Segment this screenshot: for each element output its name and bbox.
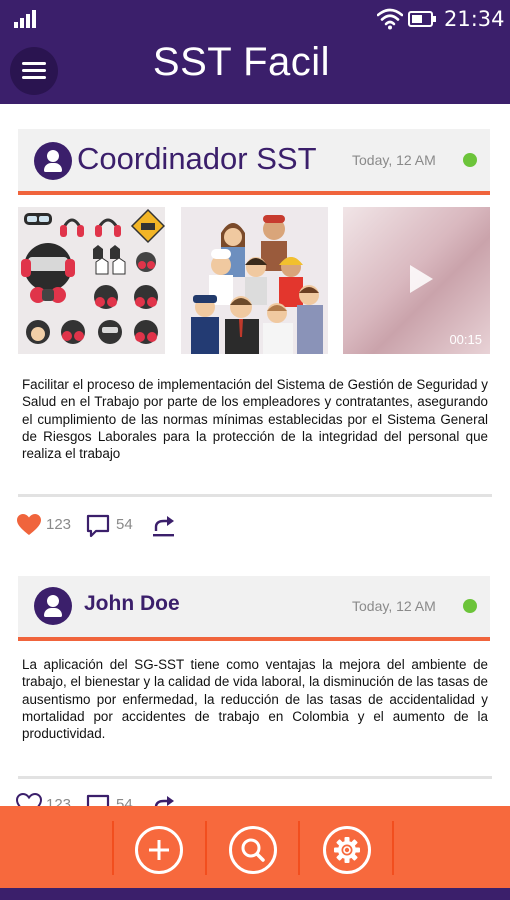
divider — [298, 821, 300, 875]
comment-icon[interactable] — [86, 514, 110, 538]
wifi-icon — [377, 8, 403, 30]
divider — [112, 821, 114, 875]
add-button[interactable] — [135, 826, 183, 874]
post-body: Facilitar el proceso de implementación d… — [22, 377, 488, 462]
like-count: 123 — [46, 516, 72, 533]
search-button[interactable] — [229, 826, 277, 874]
heart-icon[interactable] — [16, 513, 42, 537]
divider — [18, 494, 492, 497]
settings-button[interactable] — [323, 826, 371, 874]
post-author[interactable]: John Doe — [84, 592, 180, 616]
media-thumbnail-safety-equipment[interactable] — [18, 207, 165, 354]
media-thumbnail-workers[interactable] — [181, 207, 328, 354]
media-thumbnail-video[interactable]: 00:15 — [343, 207, 490, 354]
post-timestamp: Today, 12 AM — [352, 598, 436, 614]
search-icon — [241, 838, 265, 862]
online-status-dot — [463, 599, 477, 613]
app-screen: 21:34 SST Facil Coordinador SST Today, 1… — [0, 0, 510, 900]
avatar[interactable] — [34, 142, 72, 180]
gear-icon — [334, 837, 360, 863]
post-header: Coordinador SST Today, 12 AM — [18, 129, 490, 195]
bottom-navigation — [0, 806, 510, 888]
battery-icon — [408, 11, 436, 27]
post-actions: 123 54 — [16, 510, 316, 540]
comment-count: 54 — [116, 516, 133, 533]
video-duration: 00:15 — [449, 332, 482, 347]
workers-group-illustration — [191, 215, 323, 354]
safety-equipment-illustration — [21, 208, 165, 344]
post-body: La aplicación del SG-SST tiene como vent… — [22, 657, 488, 742]
divider — [392, 821, 394, 875]
bottom-strip — [0, 888, 510, 900]
share-icon[interactable] — [152, 513, 176, 537]
app-title: SST Facil — [152, 40, 331, 84]
play-icon — [410, 265, 433, 293]
avatar[interactable] — [34, 587, 72, 625]
plus-icon — [149, 840, 169, 860]
clock-time: 21:34 — [444, 7, 505, 31]
post-author[interactable]: Coordinador SST — [77, 141, 317, 177]
online-status-dot — [463, 153, 477, 167]
app-header: 21:34 SST Facil — [0, 0, 510, 104]
status-bar: 21:34 — [0, 0, 510, 40]
signal-icon — [14, 10, 38, 28]
post-timestamp: Today, 12 AM — [352, 152, 436, 168]
divider — [18, 776, 492, 779]
divider — [205, 821, 207, 875]
post-header: John Doe Today, 12 AM — [18, 576, 490, 641]
